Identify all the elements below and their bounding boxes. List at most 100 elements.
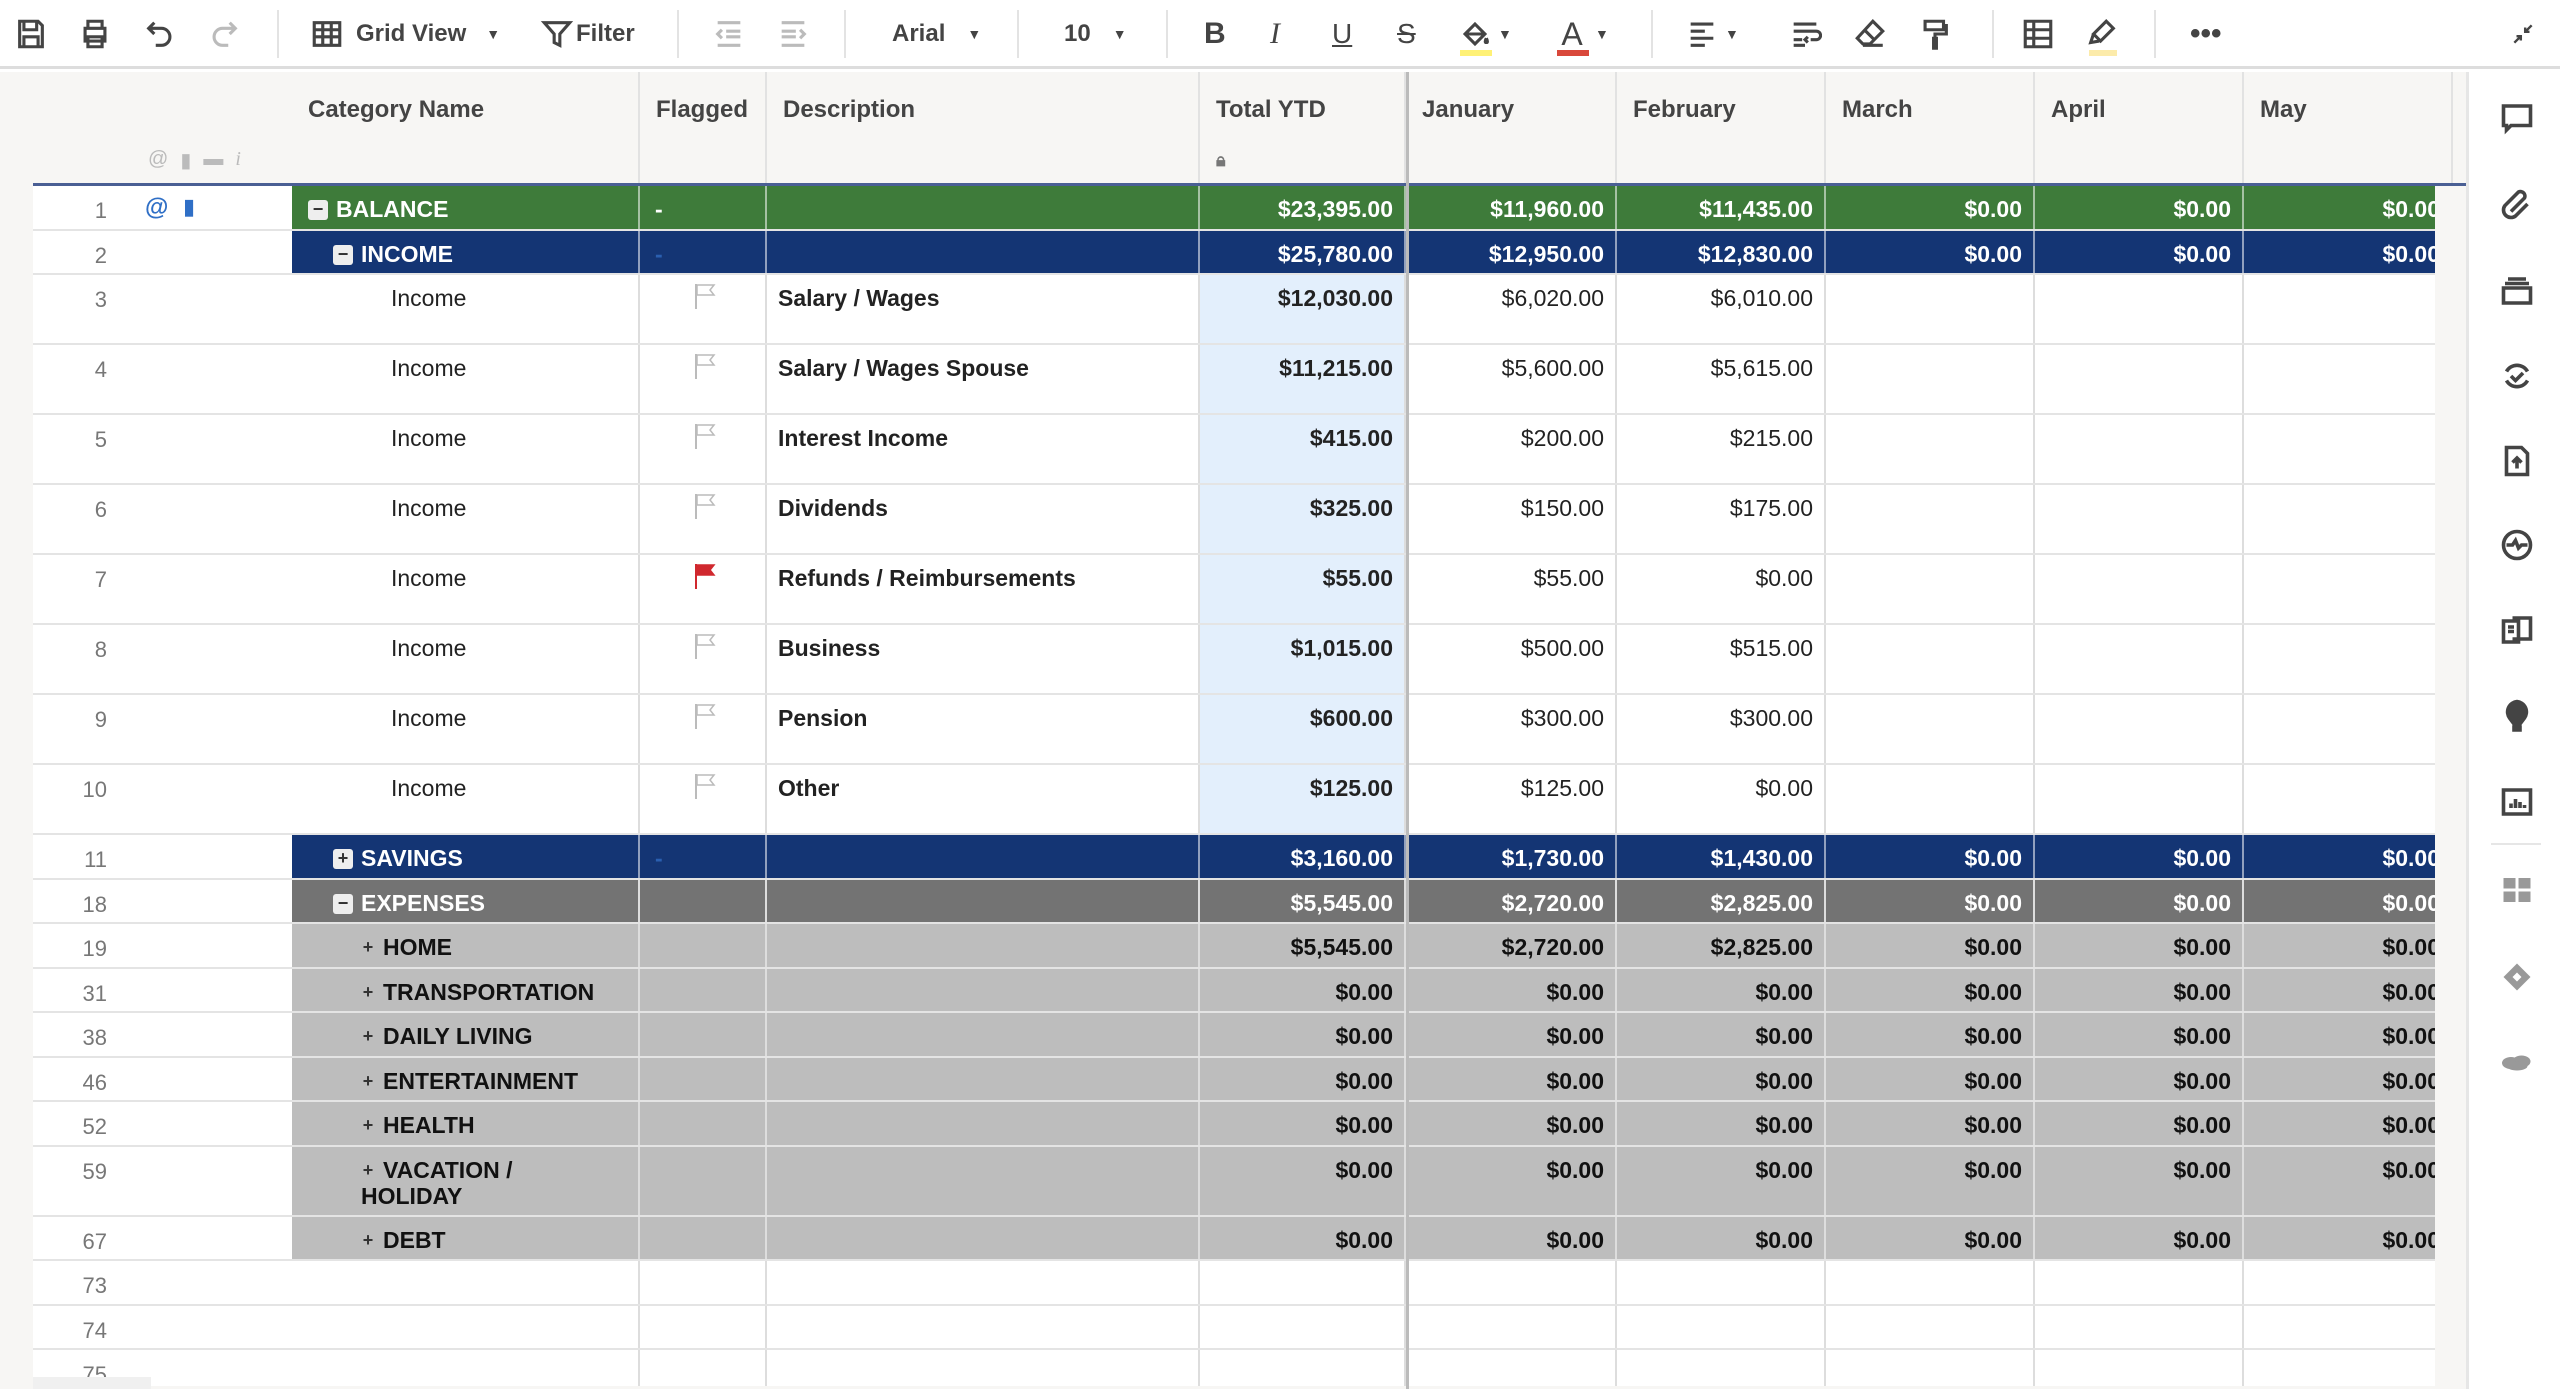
cell-description[interactable]: Dividends: [767, 485, 1200, 553]
cell-march[interactable]: [1826, 485, 2035, 553]
column-header-description[interactable]: Description: [767, 72, 1200, 183]
cell-description[interactable]: [767, 1102, 1200, 1145]
row-header[interactable]: 67: [33, 1216, 292, 1259]
cell-may[interactable]: [2244, 695, 2435, 763]
cell-april[interactable]: $0.00: [2035, 1057, 2244, 1100]
cell-may[interactable]: [2244, 625, 2435, 693]
cell-category[interactable]: Income: [292, 695, 640, 763]
expand-icon[interactable]: +: [361, 938, 375, 958]
cell-grid-icon[interactable]: [2021, 14, 2055, 54]
cell-january[interactable]: $2,720.00: [1406, 924, 1617, 967]
cell-january[interactable]: $11,960.00: [1406, 186, 1617, 229]
cell-march[interactable]: $0.00: [1826, 879, 2035, 922]
cell-march[interactable]: [1826, 275, 2035, 343]
cell-april[interactable]: [2035, 765, 2244, 833]
cell-description[interactable]: [767, 968, 1200, 1011]
cell-flagged[interactable]: [640, 415, 767, 483]
cell-total[interactable]: $1,015.00: [1200, 625, 1406, 693]
cell-description[interactable]: [767, 835, 1200, 878]
cell-description[interactable]: Refunds / Reimbursements: [767, 555, 1200, 623]
cell-may[interactable]: $0.00: [2244, 835, 2435, 878]
cell-january[interactable]: $200.00: [1406, 415, 1617, 483]
cell-total[interactable]: [1200, 1261, 1406, 1304]
expand-icon[interactable]: +: [333, 849, 353, 869]
insights-bulb-icon[interactable]: [2499, 697, 2535, 733]
cell-description[interactable]: [767, 1261, 1200, 1304]
cell-april[interactable]: $0.00: [2035, 1013, 2244, 1056]
cell-description[interactable]: [767, 1305, 1200, 1348]
italic-button[interactable]: I: [1270, 14, 1280, 54]
row-header[interactable]: 4: [33, 345, 292, 413]
cell-april[interactable]: [2035, 555, 2244, 623]
column-header-flagged[interactable]: Flagged: [640, 72, 767, 183]
cell-category[interactable]: Income: [292, 765, 640, 833]
cell-flagged[interactable]: -: [640, 186, 767, 229]
cell-march[interactable]: $0.00: [1826, 230, 2035, 273]
underline-button[interactable]: U: [1332, 14, 1352, 54]
text-color-button[interactable]: A ▼: [1555, 14, 1609, 56]
cell-february[interactable]: $5,615.00: [1617, 345, 1826, 413]
cell-category[interactable]: + DAILY LIVING: [292, 1013, 640, 1056]
cell-january[interactable]: $0.00: [1406, 1216, 1617, 1259]
cell-description[interactable]: [767, 1350, 1200, 1386]
bold-button[interactable]: B: [1204, 14, 1226, 54]
cell-february[interactable]: $0.00: [1617, 765, 1826, 833]
cell-total[interactable]: $5,545.00: [1200, 924, 1406, 967]
cell-category[interactable]: + HOME: [292, 924, 640, 967]
column-header-may[interactable]: May: [2244, 72, 2453, 183]
collapse-icon[interactable]: [2510, 14, 2536, 54]
row-header[interactable]: 59: [33, 1146, 292, 1215]
cell-description[interactable]: [767, 924, 1200, 967]
cell-may[interactable]: [2244, 275, 2435, 343]
cell-march[interactable]: $0.00: [1826, 924, 2035, 967]
cell-may[interactable]: [2244, 1350, 2435, 1386]
row-header[interactable]: 19: [33, 924, 292, 967]
cell-description[interactable]: [767, 1216, 1200, 1259]
cell-category[interactable]: − INCOME: [292, 230, 640, 273]
align-button[interactable]: ▼: [1685, 14, 1739, 54]
cell-may[interactable]: [2244, 1261, 2435, 1304]
row-header[interactable]: 74: [33, 1305, 292, 1348]
cell-category[interactable]: Income: [292, 415, 640, 483]
cell-may[interactable]: $0.00: [2244, 968, 2435, 1011]
cell-flagged[interactable]: [640, 1305, 767, 1348]
cell-total[interactable]: $0.00: [1200, 1057, 1406, 1100]
cell-april[interactable]: $0.00: [2035, 1102, 2244, 1145]
cell-april[interactable]: $0.00: [2035, 186, 2244, 229]
cell-total[interactable]: $325.00: [1200, 485, 1406, 553]
cell-january[interactable]: $5,600.00: [1406, 345, 1617, 413]
expand-icon[interactable]: +: [361, 1160, 375, 1181]
column-header-april[interactable]: April: [2035, 72, 2244, 183]
cell-total[interactable]: $0.00: [1200, 968, 1406, 1011]
cell-january[interactable]: $1,730.00: [1406, 835, 1617, 878]
flag-icon[interactable]: [694, 283, 716, 315]
cell-category[interactable]: − BALANCE: [292, 186, 640, 229]
cell-january[interactable]: $12,950.00: [1406, 230, 1617, 273]
print-icon[interactable]: [78, 14, 112, 54]
cell-march[interactable]: [1826, 1261, 2035, 1304]
cell-flagged[interactable]: [640, 1102, 767, 1145]
cell-flagged[interactable]: -: [640, 835, 767, 878]
cell-category[interactable]: [292, 1261, 640, 1304]
cell-category[interactable]: Income: [292, 485, 640, 553]
cell-march[interactable]: $0.00: [1826, 186, 2035, 229]
cell-total[interactable]: $600.00: [1200, 695, 1406, 763]
wrap-text-icon[interactable]: [1788, 14, 1822, 54]
cell-flagged[interactable]: -: [640, 230, 767, 273]
cell-total[interactable]: $23,395.00: [1200, 186, 1406, 229]
strikethrough-button[interactable]: S: [1397, 14, 1416, 54]
cell-january[interactable]: $300.00: [1406, 695, 1617, 763]
cell-category[interactable]: + SAVINGS: [292, 835, 640, 878]
cell-february[interactable]: $0.00: [1617, 1102, 1826, 1145]
cell-flagged[interactable]: [640, 345, 767, 413]
cell-april[interactable]: $0.00: [2035, 879, 2244, 922]
cell-may[interactable]: $0.00: [2244, 186, 2435, 229]
horizontal-scrollbar[interactable]: [33, 1377, 151, 1389]
cell-january[interactable]: $150.00: [1406, 485, 1617, 553]
cell-description[interactable]: Interest Income: [767, 415, 1200, 483]
cell-flagged[interactable]: [640, 1216, 767, 1259]
cell-april[interactable]: [2035, 275, 2244, 343]
filter-button[interactable]: Filter: [540, 14, 635, 54]
cell-march[interactable]: [1826, 1305, 2035, 1348]
flag-icon[interactable]: [694, 493, 716, 525]
